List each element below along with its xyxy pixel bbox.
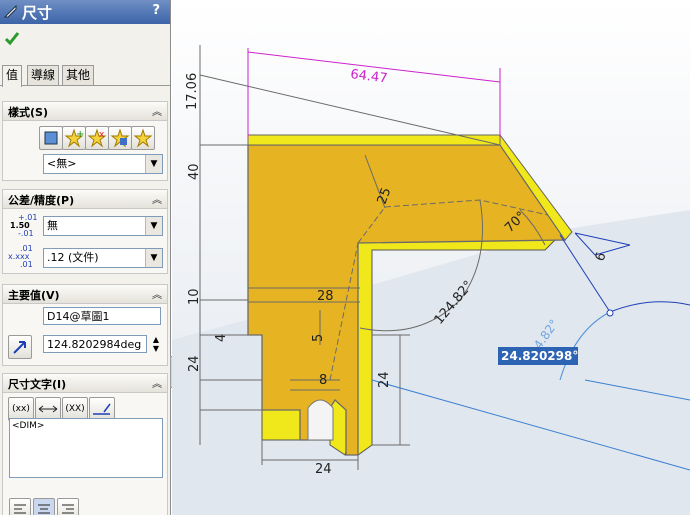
dim-28[interactable]: 28	[317, 289, 334, 304]
align-left-button[interactable]	[9, 498, 31, 515]
style-group-title: 樣式(S)	[8, 106, 48, 119]
ok-check-icon[interactable]	[4, 30, 20, 46]
tab-leaders[interactable]: 導線	[27, 65, 60, 85]
svg-text:x: x	[99, 130, 105, 140]
svg-text:+: +	[76, 129, 84, 140]
chevron-up-icon[interactable]: ︽	[152, 103, 162, 118]
tol-icon-bot: -.01	[18, 229, 34, 238]
dimension-edit-box[interactable]: 24.820298°	[498, 347, 578, 365]
center-dim-icon	[38, 405, 58, 413]
dimension-name-field[interactable]: D14@草圖1	[43, 307, 161, 325]
star-save-icon	[110, 128, 130, 148]
align-center-icon	[38, 504, 50, 514]
value-spinner[interactable]: ▲ ▼	[149, 335, 163, 353]
diagonal-arrow-icon	[13, 341, 26, 354]
property-manager-panel: 尺寸 ? 值 導線 其他 樣式(S) ︽ + x <無> ▼ 公差/精度(P) …	[0, 0, 171, 515]
dim-4[interactable]: 4	[214, 334, 229, 342]
precision-value: .12 (文件)	[47, 251, 99, 264]
style-group: 樣式(S) ︽ + x <無> ▼	[2, 101, 168, 181]
precision-select[interactable]: .12 (文件) ▼	[43, 248, 163, 268]
tab-value[interactable]: 值	[2, 65, 23, 87]
dim-10[interactable]: 10	[187, 288, 202, 305]
align-left-icon	[14, 504, 26, 514]
tolerance-group: 公差/精度(P) ︽ +.01 1.50 -.01 無 ▼ .01 x.xxx …	[2, 189, 168, 274]
precision-icon: .01 x.xxx .01	[8, 245, 38, 269]
dim-8[interactable]: 8	[319, 373, 327, 388]
dim-40[interactable]: 40	[187, 163, 202, 180]
primary-value-group-header[interactable]: 主要值(V) ︽	[3, 285, 167, 304]
dimension-text-group-header[interactable]: 尺寸文字(I) ︽	[3, 374, 167, 393]
dim-24-bottom[interactable]: 24	[315, 462, 332, 477]
save-style-button[interactable]	[108, 126, 132, 150]
tolerance-type-select[interactable]: 無 ▼	[43, 216, 163, 236]
apply-style-button[interactable]	[39, 126, 63, 150]
style-group-header[interactable]: 樣式(S) ︽	[3, 102, 167, 121]
align-right-button[interactable]	[57, 498, 79, 515]
chevron-up-icon[interactable]: ︽	[152, 375, 162, 390]
align-right-icon	[62, 504, 74, 514]
star-delete-icon: x	[87, 128, 107, 148]
chevron-down-icon[interactable]: ▼	[145, 249, 162, 267]
dimension-text-area[interactable]: <DIM>	[9, 418, 163, 478]
add-style-button[interactable]: +	[62, 126, 86, 150]
primary-value-group-title: 主要值(V)	[8, 289, 60, 302]
dim-24-right[interactable]: 24	[377, 371, 392, 388]
star-load-icon	[133, 128, 153, 148]
panel-tabs: 值 導線 其他	[0, 65, 170, 87]
tolerance-type-value: 無	[47, 219, 58, 232]
tolerance-group-title: 公差/精度(P)	[8, 194, 75, 207]
chevron-down-icon[interactable]: ▼	[145, 155, 162, 173]
style-select[interactable]: <無> ▼	[43, 154, 163, 174]
primary-value-group: 主要值(V) ︽ D14@草圖1 124.8202984deg ▲ ▼	[2, 284, 168, 366]
part-slot	[307, 399, 334, 441]
tolerance-group-header[interactable]: 公差/精度(P) ︽	[3, 190, 167, 209]
dim-17-06[interactable]: 17.06	[185, 73, 200, 110]
tolerance-icon: +.01 1.50 -.01	[10, 214, 37, 238]
dimension-text-group-title: 尺寸文字(I)	[8, 378, 67, 391]
load-style-button[interactable]	[131, 126, 155, 150]
tab-other[interactable]: 其他	[62, 65, 95, 85]
panel-titlebar: 尺寸 ?	[0, 0, 170, 24]
dim-5[interactable]: 5	[311, 334, 326, 342]
offset-text-icon	[93, 403, 111, 415]
chevron-down-icon[interactable]: ▼	[145, 217, 162, 235]
dim-24-left[interactable]: 24	[187, 355, 202, 372]
help-button[interactable]: ?	[152, 3, 160, 18]
prec-icon-bot: .01	[20, 260, 33, 269]
dimension-handle[interactable]	[606, 309, 614, 317]
delete-style-button[interactable]: x	[85, 126, 109, 150]
dimension-value-input[interactable]: 124.8202984deg	[43, 335, 147, 353]
dimension-icon	[4, 5, 17, 18]
style-select-value: <無>	[47, 157, 77, 170]
dimension-text-group: 尺寸文字(I) ︽ (xx) (XX) <DIM>	[2, 373, 168, 515]
reverse-direction-button[interactable]	[8, 335, 32, 359]
panel-title: 尺寸	[22, 4, 53, 22]
style-apply-icon	[44, 131, 58, 145]
chevron-up-icon[interactable]: ︽	[152, 286, 162, 301]
star-add-icon: +	[64, 128, 84, 148]
chevron-up-icon[interactable]: ︽	[152, 191, 162, 206]
graphics-viewport[interactable]: 64.47 17.06 40 10 24 4 25 28 5 8 24 24 7…	[172, 0, 690, 515]
align-center-button[interactable]	[33, 498, 55, 515]
